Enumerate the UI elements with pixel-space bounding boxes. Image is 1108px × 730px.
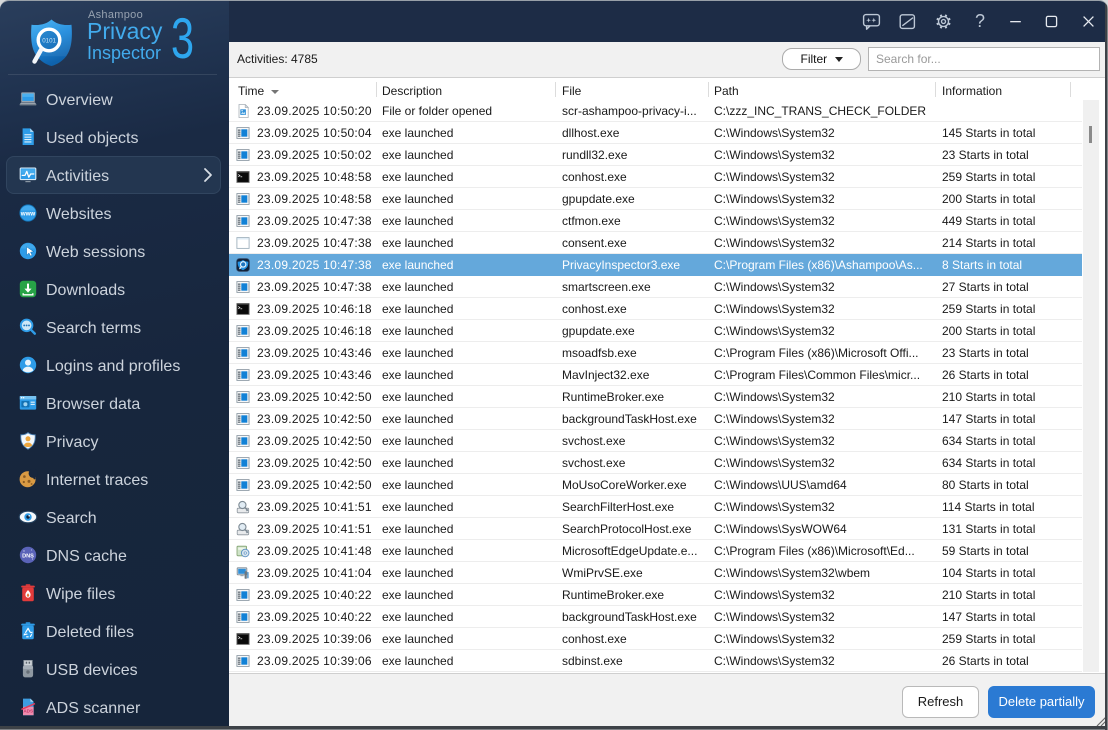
- svg-text:DNS: DNS: [22, 553, 34, 559]
- svg-text:0101: 0101: [42, 38, 56, 45]
- svg-text:www: www: [20, 211, 36, 218]
- svg-text:ADS: ADS: [23, 708, 33, 713]
